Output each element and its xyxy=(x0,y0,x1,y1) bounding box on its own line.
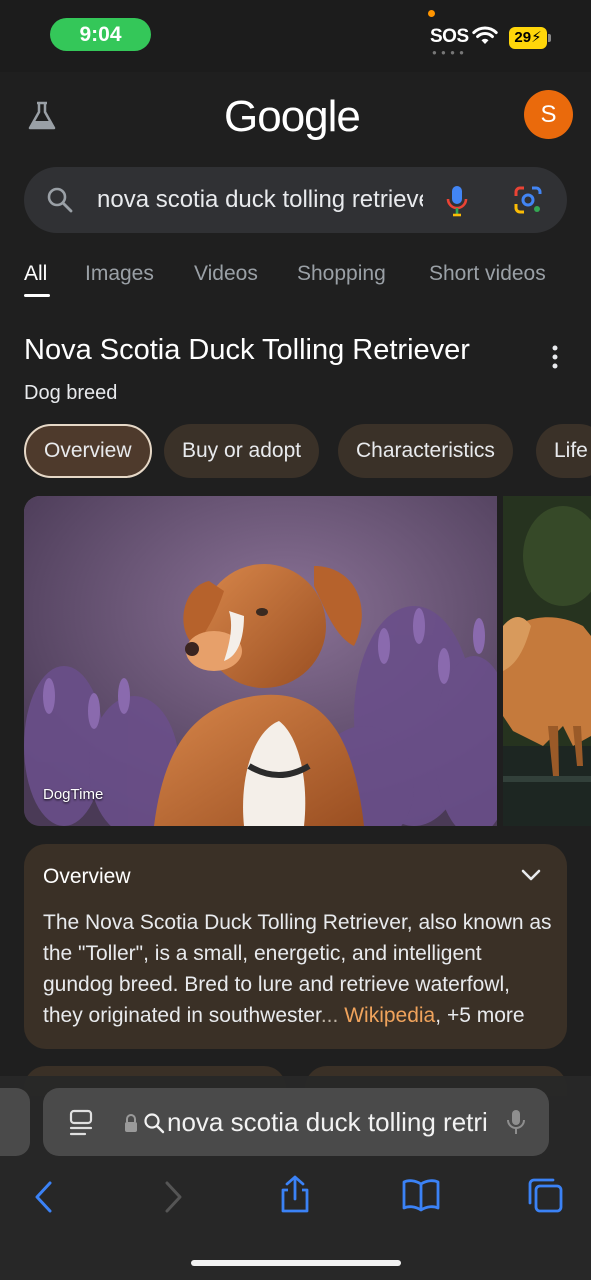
bookmarks-icon[interactable] xyxy=(401,1178,441,1212)
voice-search-mic-icon[interactable] xyxy=(444,184,470,218)
link-separator: , xyxy=(435,1004,442,1027)
address-bar[interactable]: nova scotia duck tolling retriever xyxy=(43,1088,549,1156)
active-tab-underline xyxy=(24,294,50,297)
signal-dots: ● ● ● ● xyxy=(432,48,465,57)
tab-videos[interactable]: Videos xyxy=(194,262,258,286)
search-icon xyxy=(47,187,73,213)
search-bar[interactable]: nova scotia duck tolling retriever xyxy=(24,167,567,233)
lock-icon xyxy=(125,1114,137,1132)
chip-characteristics[interactable]: Characteristics xyxy=(338,424,513,478)
search-icon xyxy=(144,1113,165,1134)
battery-indicator: 29⚡ xyxy=(509,27,547,49)
tab-short-videos[interactable]: Short videos xyxy=(429,262,546,286)
forward-icon[interactable] xyxy=(162,1180,184,1214)
dog-photo-main[interactable] xyxy=(24,496,497,826)
tab-shopping[interactable]: Shopping xyxy=(297,262,386,286)
overview-ellipsis: ... xyxy=(320,1004,339,1027)
search-input[interactable]: nova scotia duck tolling retriever xyxy=(97,186,423,214)
back-icon[interactable] xyxy=(33,1180,55,1214)
tab-all[interactable]: All xyxy=(24,262,47,286)
chevron-down-icon[interactable] xyxy=(521,868,541,882)
status-time: 9:04 xyxy=(50,18,151,51)
search-tabs: All Images Videos Shopping Short videos xyxy=(24,258,591,298)
topic-chips: Overview Buy or adopt Characteristics Li… xyxy=(24,424,591,480)
url-field[interactable]: nova scotia duck tolling retriever xyxy=(167,1107,487,1138)
more-sources-link[interactable]: +5 more xyxy=(447,1004,525,1027)
more-options-icon[interactable] xyxy=(545,344,565,370)
reader-icon[interactable] xyxy=(68,1109,94,1137)
wikipedia-link[interactable]: Wikipedia xyxy=(344,1004,435,1027)
battery-nub xyxy=(548,34,551,42)
google-lens-icon[interactable] xyxy=(512,184,544,216)
chip-life[interactable]: Life xyxy=(536,424,591,478)
overview-card[interactable]: Overview The Nova Scotia Duck Tolling Re… xyxy=(24,844,567,1049)
privacy-indicator-dot xyxy=(428,10,435,17)
browser-toolbar: nova scotia duck tolling retriever xyxy=(0,1076,591,1280)
knowledge-panel-subtitle: Dog breed xyxy=(24,382,118,404)
overview-text-block: The Nova Scotia Duck Tolling Retriever, … xyxy=(43,907,553,1031)
dog-illustration xyxy=(24,496,497,826)
dog-photo-secondary[interactable] xyxy=(503,496,591,826)
labs-flask-icon[interactable] xyxy=(26,100,58,132)
tabs-icon[interactable] xyxy=(526,1176,564,1214)
wifi-icon xyxy=(472,26,498,44)
battery-level: 29 xyxy=(514,29,532,46)
overview-heading: Overview xyxy=(43,865,131,888)
status-bar: 9:04 SOS ● ● ● ● 29⚡ xyxy=(0,0,591,72)
home-indicator[interactable] xyxy=(191,1260,401,1266)
mic-icon[interactable] xyxy=(506,1108,526,1136)
dog-illustration-secondary xyxy=(503,496,591,826)
carrier-label: SOS xyxy=(430,26,469,47)
share-icon[interactable] xyxy=(278,1174,312,1214)
knowledge-panel-title: Nova Scotia Duck Tolling Retriever xyxy=(24,334,470,366)
chip-overview[interactable]: Overview xyxy=(24,424,152,478)
chip-buy-or-adopt[interactable]: Buy or adopt xyxy=(164,424,320,478)
image-source-label: DogTime xyxy=(43,786,104,803)
account-avatar[interactable]: S xyxy=(524,90,573,139)
google-logo[interactable]: Google xyxy=(224,92,361,142)
charging-bolt-icon: ⚡ xyxy=(531,29,542,46)
previous-tab-peek[interactable] xyxy=(0,1088,30,1156)
tab-images[interactable]: Images xyxy=(85,262,154,286)
